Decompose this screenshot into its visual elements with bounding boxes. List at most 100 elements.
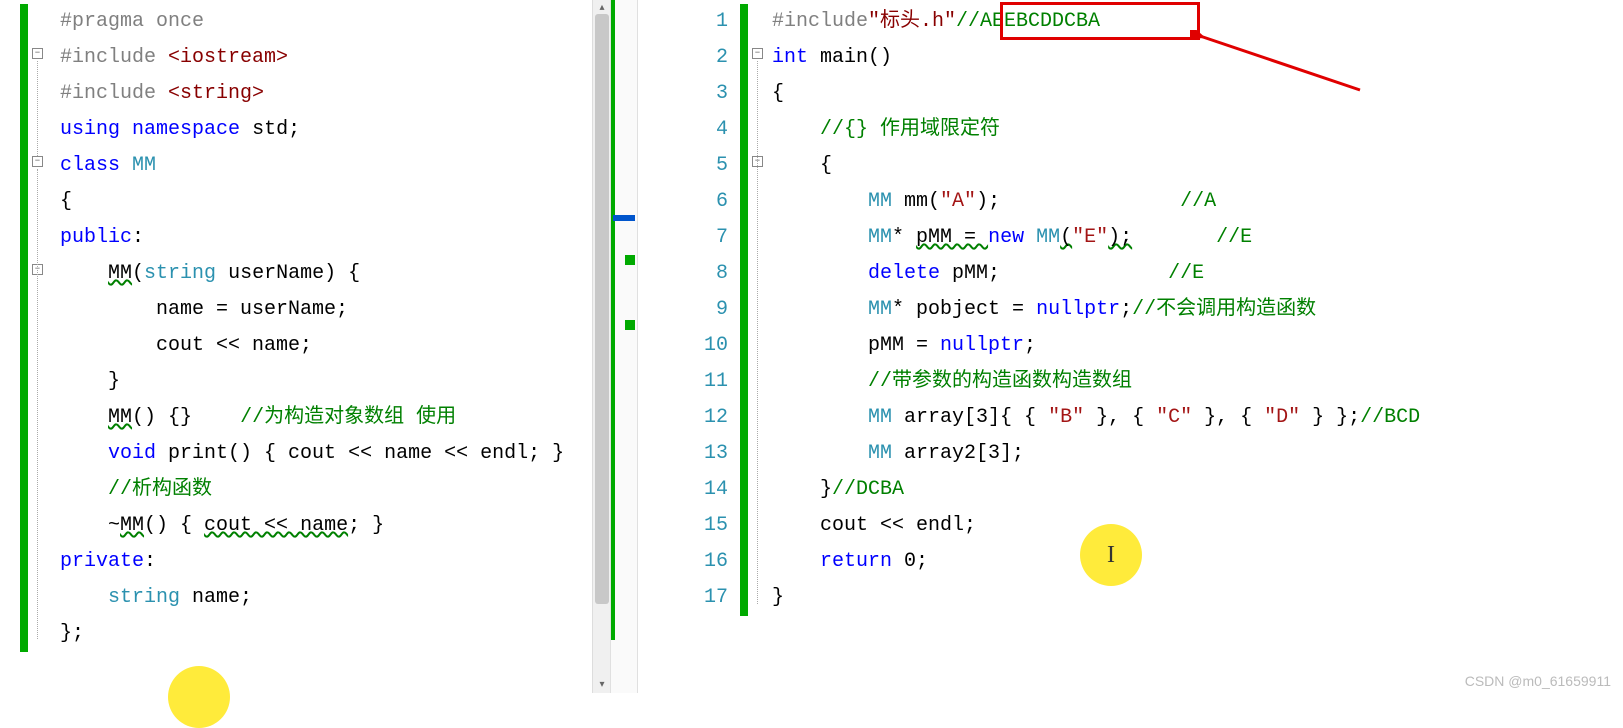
code-token: #pragma	[60, 10, 144, 33]
code-line[interactable]: {	[740, 148, 1623, 184]
code-token: ~	[60, 514, 120, 537]
scroll-down-arrow[interactable]: ▾	[596, 679, 608, 691]
code-token: #include	[60, 82, 156, 105]
code-line[interactable]: public:	[10, 220, 610, 256]
code-token: {	[772, 154, 832, 177]
code-line[interactable]: MM array[3]{ { "B" }, { "C" }, { "D" } }…	[740, 400, 1623, 436]
code-token: } };	[1300, 406, 1360, 429]
code-line[interactable]: name = userName;	[10, 292, 610, 328]
code-line[interactable]: }	[10, 364, 610, 400]
code-line[interactable]: {	[10, 184, 610, 220]
code-line[interactable]: delete pMM; //E	[740, 256, 1623, 292]
code-token: //不会调用构造函数	[1132, 298, 1316, 321]
code-token: MM	[868, 298, 892, 321]
code-line[interactable]: MM(string userName) {	[10, 256, 610, 292]
code-line[interactable]: private:	[10, 544, 610, 580]
code-line[interactable]: {	[740, 76, 1623, 112]
scrollbar-thumb[interactable]	[595, 14, 609, 604]
line-number: 14	[670, 472, 728, 508]
code-token: "A"	[940, 190, 976, 213]
code-line[interactable]: }	[740, 580, 1623, 616]
line-number: 15	[670, 508, 728, 544]
code-token: userName) {	[216, 262, 360, 285]
code-token: );	[1108, 226, 1132, 249]
cursor-highlight: I	[1080, 524, 1142, 586]
code-token: //为构造对象数组 使用	[240, 406, 456, 429]
code-line[interactable]: #pragma once	[10, 4, 610, 40]
code-token: }	[772, 586, 784, 609]
code-line[interactable]: cout << endl;	[740, 508, 1623, 544]
line-number: 6	[670, 184, 728, 220]
code-token: MM	[868, 442, 892, 465]
code-line[interactable]: class MM	[10, 148, 610, 184]
overview-ruler[interactable]	[610, 0, 638, 693]
code-token: //BCD	[1360, 406, 1420, 429]
code-token: :	[144, 550, 156, 573]
line-number: 8	[670, 256, 728, 292]
ruler-marker	[625, 255, 635, 265]
code-token: MM	[120, 514, 144, 537]
code-token: {	[772, 82, 784, 105]
code-line[interactable]: MM* pobject = nullptr;//不会调用构造函数	[740, 292, 1623, 328]
left-code-area[interactable]: − − − #pragma once#include <iostream>#in…	[0, 0, 610, 652]
code-line[interactable]: using namespace std;	[10, 112, 610, 148]
code-line[interactable]: void print() { cout << name << endl; }	[10, 436, 610, 472]
code-token: string	[108, 586, 180, 609]
code-line[interactable]: };	[10, 616, 610, 652]
code-line[interactable]: return 0;	[740, 544, 1623, 580]
code-line[interactable]: MM* pMM = new MM("E"); //E	[740, 220, 1623, 256]
code-token: //A	[1180, 190, 1216, 213]
code-line[interactable]: #include <string>	[10, 76, 610, 112]
code-line[interactable]: #include"标头.h"//AEEBCDDCBA	[740, 4, 1623, 40]
line-number-gutter: 1234567891011121314151617	[670, 0, 740, 693]
code-line[interactable]: ~MM() { cout << name; }	[10, 508, 610, 544]
code-token: //析构函数	[108, 478, 212, 501]
code-line[interactable]: #include <iostream>	[10, 40, 610, 76]
left-code-pane[interactable]: − − − #pragma once#include <iostream>#in…	[0, 0, 610, 693]
code-line[interactable]: //析构函数	[10, 472, 610, 508]
code-token: pMM =	[772, 334, 940, 357]
line-number: 12	[670, 400, 728, 436]
code-token: MM	[868, 226, 892, 249]
code-token: //DCBA	[832, 478, 904, 501]
right-code-pane[interactable]: 1234567891011121314151617 − − #include"标…	[670, 0, 1623, 693]
code-token	[1132, 226, 1216, 249]
code-line[interactable]: string name;	[10, 580, 610, 616]
code-token: "C"	[1156, 406, 1192, 429]
right-code-area[interactable]: − − #include"标头.h"//AEEBCDDCBAint main()…	[740, 0, 1623, 693]
code-line[interactable]: cout << name;	[10, 328, 610, 364]
code-token: #include	[772, 10, 868, 33]
code-token: private	[60, 550, 144, 573]
line-number: 1	[670, 4, 728, 40]
code-token	[156, 46, 168, 69]
code-token: () {}	[132, 406, 240, 429]
code-line[interactable]: MM() {} //为构造对象数组 使用	[10, 400, 610, 436]
code-token	[120, 118, 132, 141]
code-line[interactable]: }//DCBA	[740, 472, 1623, 508]
code-token: MM	[1036, 226, 1060, 249]
code-token: "D"	[1264, 406, 1300, 429]
code-line[interactable]: int main()	[740, 40, 1623, 76]
code-token: () {	[144, 514, 204, 537]
code-token: mm(	[892, 190, 940, 213]
code-token: namespace	[132, 118, 240, 141]
code-line[interactable]: MM array2[3];	[740, 436, 1623, 472]
code-token: //{} 作用域限定符	[820, 118, 1000, 141]
code-token	[772, 298, 868, 321]
code-token: }, {	[1192, 406, 1264, 429]
code-token	[772, 190, 868, 213]
line-number: 5	[670, 148, 728, 184]
code-token	[772, 406, 868, 429]
code-line[interactable]: MM mm("A"); //A	[740, 184, 1623, 220]
code-token: //E	[1168, 262, 1204, 285]
code-token	[772, 550, 820, 573]
code-token: class	[60, 154, 120, 177]
code-line[interactable]: pMM = nullptr;	[740, 328, 1623, 364]
scroll-up-arrow[interactable]: ▴	[596, 2, 608, 14]
line-number: 17	[670, 580, 728, 616]
code-line[interactable]: //{} 作用域限定符	[740, 112, 1623, 148]
vertical-scrollbar[interactable]: ▴ ▾	[592, 0, 610, 693]
code-line[interactable]: //带参数的构造函数构造数组	[740, 364, 1623, 400]
line-number: 9	[670, 292, 728, 328]
code-token: int	[772, 46, 808, 69]
